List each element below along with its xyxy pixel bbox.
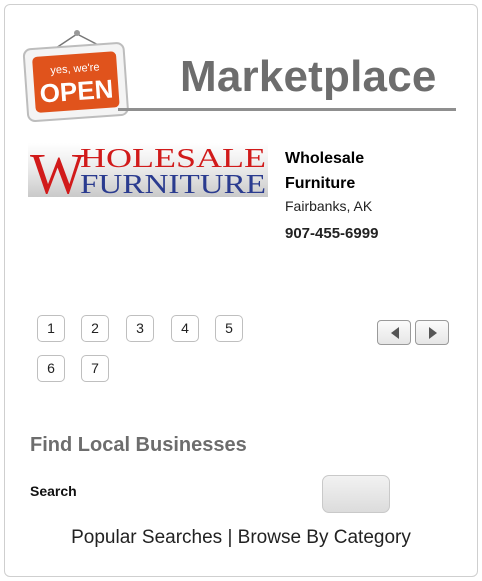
page-title: Marketplace [180, 52, 437, 101]
browse-by-category-link[interactable]: Browse By Category [238, 527, 411, 548]
logo-initial: W [30, 143, 85, 197]
popular-searches-link[interactable]: Popular Searches [71, 527, 222, 548]
business-location: Fairbanks, AK [285, 198, 373, 214]
page-button-1[interactable]: 1 [37, 315, 65, 342]
arrow-right-icon [429, 327, 437, 339]
footer-links: Popular Searches | Browse By Category [0, 527, 482, 549]
prev-button[interactable] [377, 320, 411, 345]
page-button-5[interactable]: 5 [215, 315, 243, 342]
page-button-4[interactable]: 4 [171, 315, 199, 342]
next-button[interactable] [415, 320, 449, 345]
search-label: Search [30, 483, 77, 499]
footer-separator: | [227, 527, 233, 548]
business-phone: 907-455-6999 [285, 225, 379, 242]
page-button-7[interactable]: 7 [81, 355, 109, 382]
business-name[interactable]: Wholesale Furniture [285, 146, 435, 196]
title-divider [118, 108, 456, 111]
search-button[interactable] [322, 475, 390, 513]
find-local-heading: Find Local Businesses [30, 434, 247, 456]
page-button-6[interactable]: 6 [37, 355, 65, 382]
wholesale-furniture-logo[interactable]: W HOLESALE FURNITURE [28, 143, 268, 197]
sign-main-text: OPEN [39, 74, 115, 109]
logo-line2: FURNITURE [80, 169, 266, 197]
arrow-left-icon [391, 327, 399, 339]
page-button-3[interactable]: 3 [126, 315, 154, 342]
page-button-2[interactable]: 2 [81, 315, 109, 342]
open-sign-icon: yes, we're OPEN [22, 30, 129, 123]
